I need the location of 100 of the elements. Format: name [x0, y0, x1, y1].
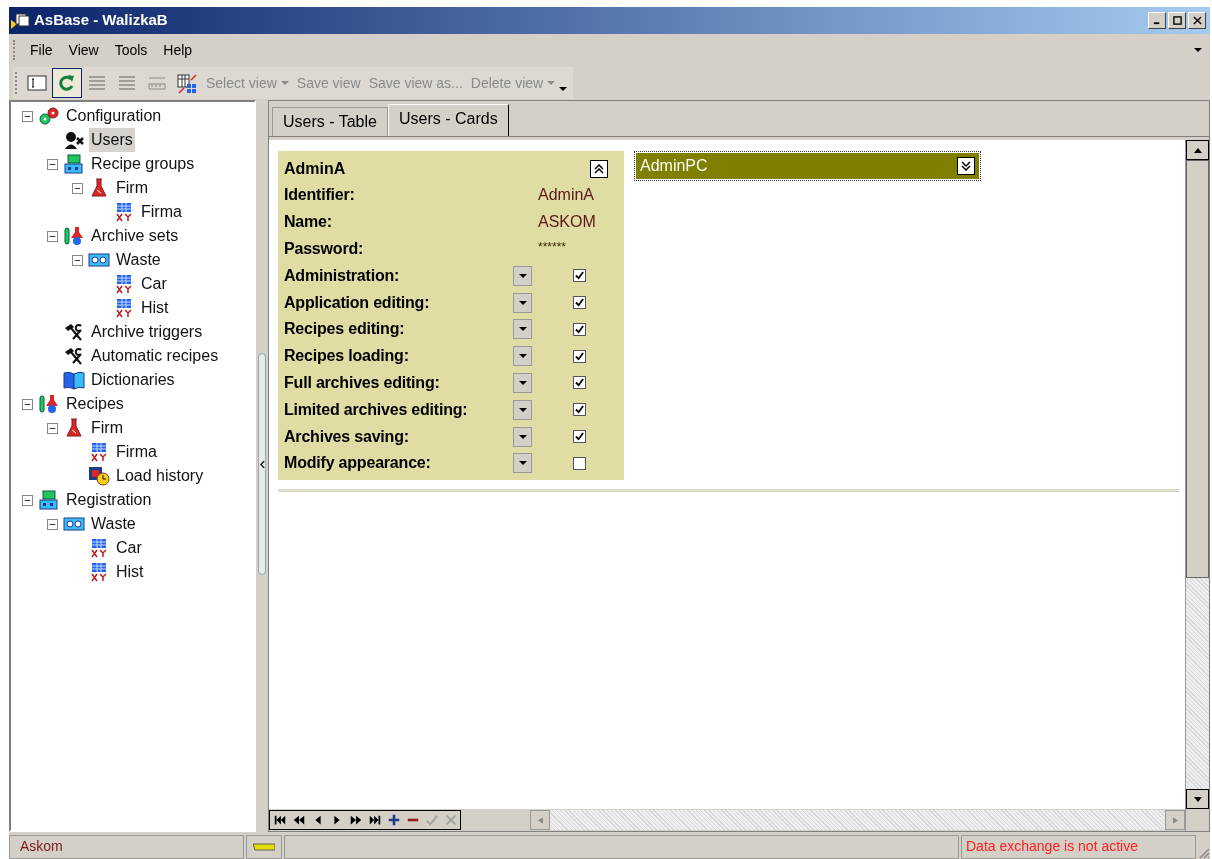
- maximize-button[interactable]: [1168, 12, 1186, 29]
- dropdown-button[interactable]: [513, 346, 532, 367]
- connection-status: Data exchange is not active: [961, 834, 1196, 859]
- person-icon: [63, 130, 85, 150]
- calendar-clock-icon: [88, 466, 110, 486]
- splitter-handle[interactable]: [258, 353, 266, 575]
- table-xy-icon: [113, 202, 135, 222]
- field-label: Full archives editing:: [284, 372, 441, 393]
- tree-item[interactable]: Firma: [139, 200, 184, 224]
- collapse-box[interactable]: [46, 230, 58, 242]
- field-label: Recipes loading:: [284, 346, 410, 367]
- field-value: ASKOM: [538, 212, 596, 233]
- confirm-icon: [424, 813, 439, 827]
- field-label: Modify appearance:: [284, 453, 432, 474]
- vertical-scrollbar[interactable]: [1185, 140, 1209, 831]
- tree-item[interactable]: Firm: [89, 416, 125, 440]
- dropdown-button[interactable]: [513, 453, 532, 474]
- tree-item[interactable]: Archive sets: [89, 224, 181, 248]
- double-chevron-up-icon: [594, 163, 604, 174]
- collapse-box[interactable]: [71, 254, 83, 266]
- scroll-thumb[interactable]: [1186, 160, 1209, 578]
- field-label: Password:: [284, 239, 365, 259]
- password-value: ******: [538, 239, 567, 256]
- collapse-box[interactable]: [46, 158, 58, 170]
- key-icon: [253, 841, 275, 852]
- left-arrow-icon: [537, 816, 543, 824]
- checkbox[interactable]: [573, 322, 586, 336]
- checkbox[interactable]: [573, 403, 586, 417]
- resize-grip-icon[interactable]: [1198, 847, 1210, 859]
- field-label: Administration:: [284, 265, 401, 286]
- caret-icon: [280, 81, 289, 85]
- card-title: AdminA: [284, 158, 346, 179]
- field-label: Name:: [284, 212, 333, 233]
- tree-item[interactable]: Car: [114, 536, 144, 560]
- menu-item[interactable]: File: [22, 39, 61, 61]
- collapse-box[interactable]: [21, 110, 33, 122]
- tree-item[interactable]: Hist: [114, 560, 146, 584]
- refresh-button[interactable]: [52, 68, 82, 98]
- last-record-icon: [367, 813, 382, 827]
- dropdown-button[interactable]: [513, 319, 532, 340]
- tree-item[interactable]: Dictionaries: [89, 368, 177, 392]
- previous-page-icon: [291, 813, 306, 827]
- menu-item[interactable]: Help: [155, 39, 201, 61]
- maximize-icon: [1172, 16, 1182, 25]
- table-xy-icon: [88, 442, 110, 462]
- card-header[interactable]: AdminPC: [634, 151, 981, 181]
- dropdown-button[interactable]: [513, 292, 532, 313]
- caret-icon: [547, 81, 556, 85]
- collapse-button[interactable]: [590, 159, 608, 178]
- collapse-box[interactable]: [21, 494, 33, 506]
- tree-item[interactable]: Recipe groups: [89, 152, 197, 176]
- app-icon: [11, 11, 31, 30]
- collapse-box[interactable]: [46, 422, 58, 434]
- expand-button[interactable]: [957, 157, 975, 175]
- dropdown-button[interactable]: [513, 426, 532, 447]
- menu-item[interactable]: View: [60, 39, 107, 61]
- tab[interactable]: Users - Cards: [387, 104, 509, 136]
- tree-item[interactable]: Waste: [89, 512, 138, 536]
- scroll-down-button[interactable]: [1186, 789, 1209, 809]
- toolbar-overflow-icon: [559, 87, 568, 91]
- scroll-up-button[interactable]: [1186, 140, 1209, 160]
- checkbox[interactable]: [573, 430, 586, 444]
- menu-item[interactable]: Tools: [106, 39, 156, 61]
- collapse-box[interactable]: [71, 182, 83, 194]
- caret-icon: [518, 461, 527, 466]
- tree-item[interactable]: Users: [89, 128, 135, 152]
- close-icon: [1192, 16, 1202, 25]
- tree-item[interactable]: Waste: [114, 248, 163, 272]
- table-xy-icon: [88, 562, 110, 582]
- tree-item[interactable]: Hist: [139, 296, 171, 320]
- tree-item[interactable]: Car: [139, 272, 169, 296]
- tree-item[interactable]: Automatic recipes: [89, 344, 221, 368]
- menu-overflow-icon: [1194, 48, 1202, 52]
- tree-item[interactable]: Registration: [64, 488, 154, 512]
- book-icon: [63, 370, 85, 390]
- tools-icon: [63, 322, 85, 342]
- checkbox[interactable]: [573, 269, 586, 283]
- dropdown-button[interactable]: [513, 399, 532, 420]
- caret-icon: [518, 434, 527, 439]
- down-arrow-icon: [1193, 796, 1202, 802]
- close-button[interactable]: [1188, 12, 1206, 29]
- dropdown-button[interactable]: [513, 265, 532, 286]
- checkbox[interactable]: [573, 376, 586, 390]
- minimize-button[interactable]: [1148, 12, 1166, 29]
- first-record-icon: [272, 813, 287, 827]
- tree-item[interactable]: Recipes: [64, 392, 126, 416]
- collapse-box[interactable]: [46, 518, 58, 530]
- checkbox[interactable]: [573, 296, 586, 310]
- tab[interactable]: Users - Table: [272, 107, 388, 136]
- checkbox[interactable]: [573, 456, 586, 470]
- checkbox[interactable]: [573, 349, 586, 363]
- caret-icon: [518, 407, 527, 412]
- tree-item[interactable]: Archive triggers: [89, 320, 205, 344]
- tree-item[interactable]: Configuration: [64, 104, 164, 128]
- tree-item[interactable]: Load history: [114, 464, 206, 488]
- tree-item[interactable]: Firma: [114, 440, 159, 464]
- collapse-box[interactable]: [21, 398, 33, 410]
- tree-item[interactable]: Firm: [114, 176, 150, 200]
- field-label: Archives saving:: [284, 426, 410, 447]
- dropdown-button[interactable]: [513, 372, 532, 393]
